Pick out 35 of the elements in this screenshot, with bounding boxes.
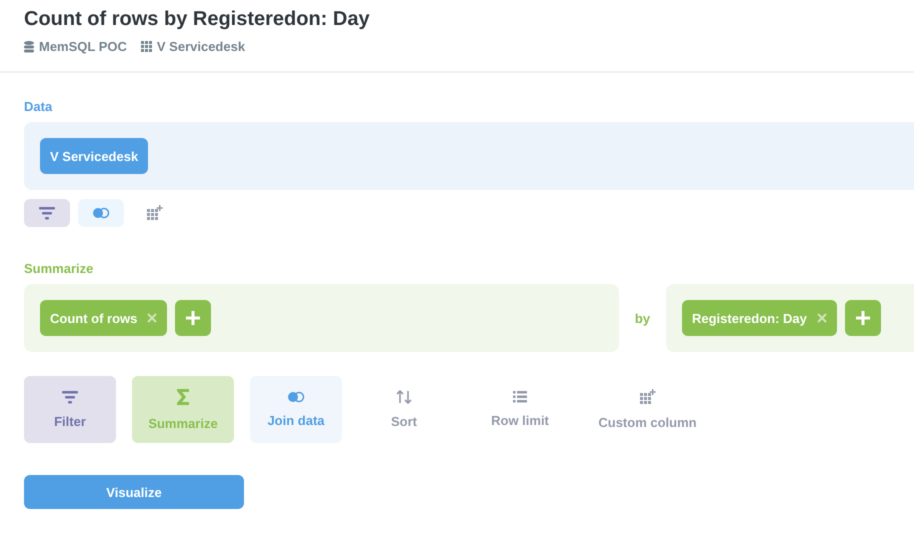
data-source-button[interactable]: V Servicedesk [40,138,148,174]
filter-icon [62,390,78,404]
breakout-pill[interactable]: Registeredon: Day [682,300,837,336]
summarize-action-button[interactable]: Summarize [132,376,234,443]
page-title: Count of rows by Registeredon: Day [24,7,371,31]
add-metric-button[interactable] [175,300,212,336]
breadcrumb-link[interactable]: V Servicedesk [140,39,246,54]
list-icon [513,391,527,403]
filter-icon [39,206,55,220]
close-icon[interactable] [816,313,827,323]
overlapping-circles-icon [92,207,110,219]
metric-pill[interactable]: Count of rows [40,300,168,336]
database-icon [24,40,34,52]
plus-icon [854,310,871,326]
filter-tool-button[interactable] [24,199,70,227]
sigma-icon [176,388,190,406]
grid-plus-icon [640,389,656,405]
breadcrumb-link[interactable]: MemSQL POC [24,39,127,54]
close-icon[interactable] [147,313,158,323]
visualize-button[interactable]: Visualize [24,475,244,509]
add-breakout-button[interactable] [844,300,881,336]
sort-action-button[interactable]: Sort [358,376,450,443]
join-tool-button[interactable] [78,199,124,227]
step-label: Data [24,99,54,114]
overlapping-circles-icon [287,391,305,403]
plus-icon [185,310,202,326]
step-label: Summarize [24,261,94,276]
by-label: by [634,310,652,326]
sort-arrows-icon [396,390,412,404]
custom-action-button[interactable]: Custom column [590,376,705,443]
grid-icon [140,41,152,52]
grid-plus-icon [147,205,163,221]
join-action-button[interactable]: Join data [250,376,342,443]
filter-action-button[interactable]: Filter [24,376,116,443]
limit-action-button[interactable]: Row limit [466,376,574,443]
